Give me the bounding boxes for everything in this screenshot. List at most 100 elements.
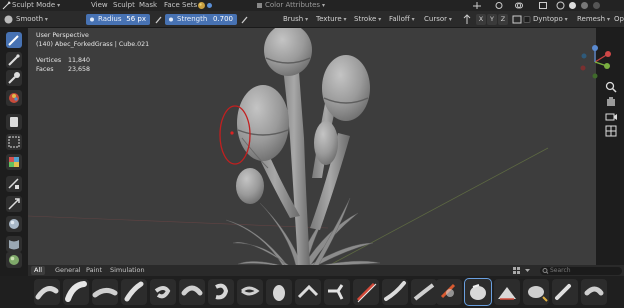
- sculpt-mesh-render: [28, 28, 549, 266]
- stats-vertices-label: Vertices: [36, 57, 62, 64]
- strength-value: 0.700: [212, 15, 233, 23]
- brush-thumb-rotate-icon[interactable]: [552, 279, 578, 305]
- radius-icon: [89, 14, 95, 29]
- zoom-icon[interactable]: [604, 80, 618, 94]
- brush-thumb-draw-sharp-icon[interactable]: [63, 279, 89, 305]
- mesh-filter-icon[interactable]: [6, 216, 22, 232]
- color-attributes-selector[interactable]: Color Attributes: [265, 1, 325, 10]
- radius-pressure-icon[interactable]: [155, 14, 163, 25]
- brush-thumb-inflate-icon[interactable]: [179, 279, 205, 305]
- pan-hand-icon[interactable]: [604, 94, 618, 108]
- brush-thumb-crease-icon[interactable]: [237, 279, 263, 305]
- strength-icon: [168, 14, 174, 29]
- dyntopo-checkbox[interactable]: [523, 14, 532, 25]
- symmetry-options-icon[interactable]: [512, 14, 522, 25]
- paint-brush-icon[interactable]: [6, 90, 22, 106]
- brush-thumb-pose-icon[interactable]: [494, 279, 520, 305]
- color-filter-icon[interactable]: [6, 252, 22, 268]
- menu-cursor[interactable]: Cursor: [424, 14, 452, 25]
- menu-brush[interactable]: Brush: [283, 14, 308, 25]
- tab-all[interactable]: All: [31, 266, 46, 275]
- camera-icon[interactable]: [604, 110, 618, 124]
- symmetry-y-toggle[interactable]: Y: [487, 14, 497, 25]
- symmetry-x-toggle[interactable]: X: [476, 14, 486, 25]
- menu-sculpt[interactable]: Sculpt: [113, 1, 135, 10]
- stats-faces-label: Faces: [36, 66, 54, 73]
- axis-gizmo-toggle-icon[interactable]: [472, 1, 482, 10]
- brush-thumb-draw-icon[interactable]: [34, 279, 60, 305]
- smooth-brush-preview-icon[interactable]: [3, 14, 14, 25]
- trim-icon[interactable]: [6, 176, 22, 192]
- color-attributes-icon: [256, 1, 263, 10]
- navigation-gizmo[interactable]: [572, 44, 618, 84]
- grid-icon[interactable]: [604, 124, 618, 138]
- radius-field[interactable]: Radius 56 px: [86, 14, 150, 25]
- overlays-icon[interactable]: [514, 1, 524, 10]
- viewport-visibility-icon[interactable]: [494, 1, 504, 10]
- brush-thumb-blob-icon[interactable]: [208, 279, 234, 305]
- symmetry-icon: [462, 14, 472, 25]
- menu-face-sets[interactable]: Face Sets: [164, 1, 197, 10]
- brush-thumb-scrape-icon[interactable]: [353, 279, 379, 305]
- brush-thumb-nudge-icon[interactable]: [523, 279, 549, 305]
- brush-thumb-clay-strips-icon[interactable]: [121, 279, 147, 305]
- view-perspective-label: User Perspective: [36, 32, 89, 39]
- strength-pressure-icon[interactable]: [241, 14, 249, 25]
- stats-faces-value: 23,658: [68, 66, 91, 73]
- menu-view[interactable]: View: [91, 1, 108, 10]
- mask-brush-icon[interactable]: [6, 114, 22, 130]
- brush-thumb-snake-hook-icon[interactable]: [581, 279, 607, 305]
- brush-thumb-smooth-icon[interactable]: [266, 279, 292, 305]
- draw-brush-icon[interactable]: [6, 32, 22, 48]
- brush-selector[interactable]: Smooth: [16, 14, 48, 25]
- menu-stroke[interactable]: Stroke: [354, 14, 381, 25]
- cloth-filter-icon[interactable]: [6, 236, 22, 252]
- tab-paint[interactable]: Paint: [83, 266, 105, 275]
- brush-thumb-multiplane-icon[interactable]: [411, 279, 437, 305]
- menu-falloff[interactable]: Falloff: [389, 14, 415, 25]
- tool-settings-bar: Smooth Radius 56 px Strength 0.700 Brush…: [0, 11, 624, 28]
- menu-texture[interactable]: Texture: [316, 14, 347, 25]
- mode-selector[interactable]: Sculpt Mode: [12, 1, 60, 10]
- xray-icon[interactable]: [538, 1, 548, 10]
- dyntopo-menu[interactable]: Dyntopo: [533, 14, 568, 25]
- brush-thumb-smooth-active-icon[interactable]: [464, 278, 492, 306]
- options-menu[interactable]: Op: [614, 14, 624, 25]
- grab-brush-icon[interactable]: [6, 70, 22, 86]
- strength-field[interactable]: Strength 0.700: [165, 14, 237, 25]
- shading-wireframe-icon[interactable]: [556, 1, 565, 10]
- 3d-viewport[interactable]: User Perspective (140) Abec_ForkedGrass …: [28, 28, 596, 266]
- brush-thumb-fill-icon[interactable]: [324, 279, 350, 305]
- tab-simulation[interactable]: Simulation: [107, 266, 148, 275]
- top-header: Sculpt Mode View Sculpt Mask Face Sets C…: [0, 0, 624, 11]
- brush-thumb-flatten-icon[interactable]: [295, 279, 321, 305]
- left-toolbar: [6, 32, 22, 268]
- stats-vertices-value: 11,840: [68, 57, 91, 64]
- shading-ball-icon[interactable]: [197, 1, 206, 10]
- menu-mask[interactable]: Mask: [139, 1, 157, 10]
- brush-asset-shelf: [0, 276, 624, 308]
- strength-label: Strength: [177, 15, 208, 23]
- brush-thumb-texture-icon[interactable]: [436, 279, 462, 305]
- shading-dropdown-icon[interactable]: [206, 1, 213, 10]
- radius-label: Radius: [98, 15, 122, 23]
- symmetry-z-toggle[interactable]: Z: [498, 14, 508, 25]
- active-object-label: (140) Abec_ForkedGrass | Cube.021: [36, 41, 150, 48]
- shading-solid-icon[interactable]: [568, 1, 577, 10]
- tab-general[interactable]: General: [52, 266, 84, 275]
- radius-value: 56 px: [126, 15, 146, 23]
- line-project-icon[interactable]: [6, 196, 22, 212]
- shading-rendered-icon[interactable]: [592, 1, 601, 10]
- box-mask-icon[interactable]: [6, 134, 22, 150]
- sculpt-mode-icon: [2, 1, 11, 10]
- brush-thumb-layer-icon[interactable]: [150, 279, 176, 305]
- remesh-menu[interactable]: Remesh: [577, 14, 610, 25]
- search-placeholder: Search: [550, 267, 571, 274]
- brush-thumb-clay-icon[interactable]: [92, 279, 118, 305]
- asset-shelf-tabs: All General Paint Simulation Search: [28, 265, 624, 276]
- shading-material-icon[interactable]: [580, 1, 589, 10]
- face-set-icon[interactable]: [6, 154, 22, 170]
- asset-search-input[interactable]: Search: [540, 267, 622, 275]
- smooth-brush-icon[interactable]: [6, 52, 22, 68]
- brush-thumb-pinch-icon[interactable]: [382, 279, 408, 305]
